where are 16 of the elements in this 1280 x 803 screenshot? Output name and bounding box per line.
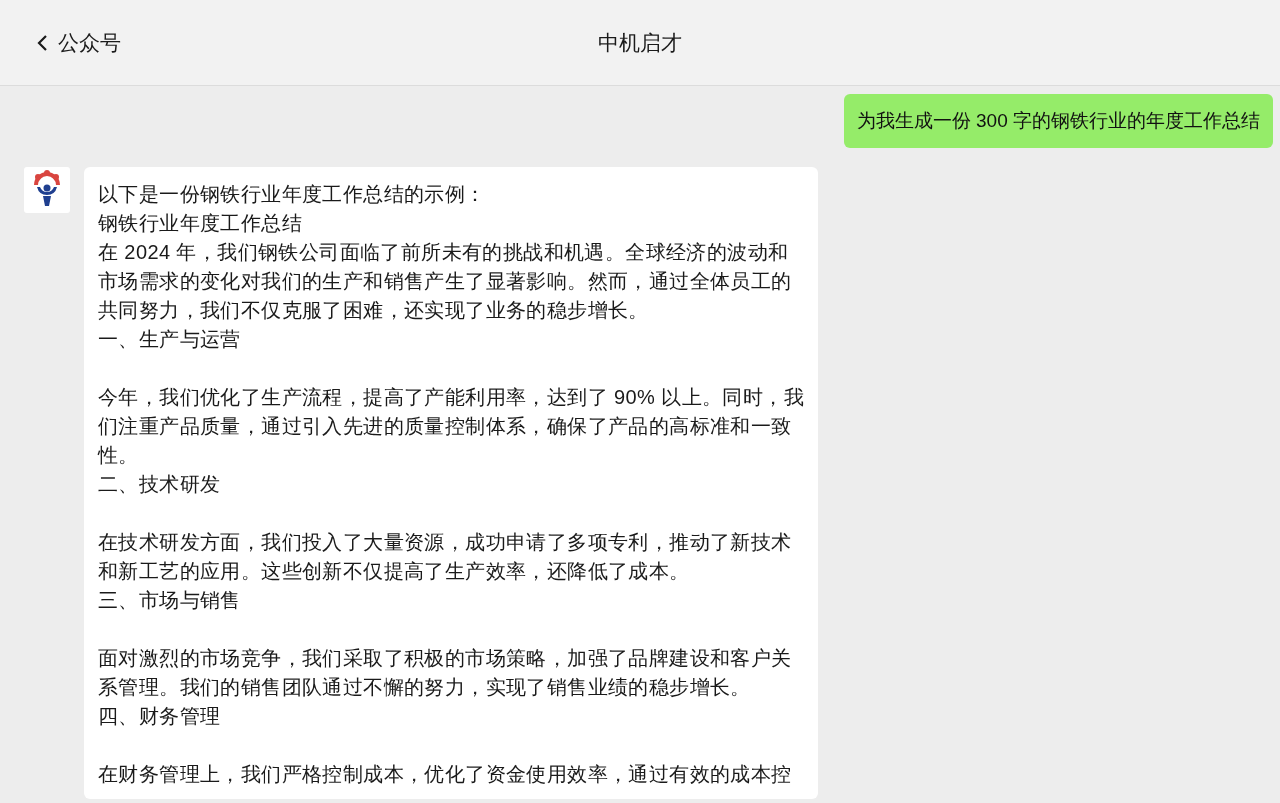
message-paragraph: 在 2024 年，我们钢铁公司面临了前所未有的挑战和机遇。全球经济的波动和市场需求的变化对我们的生产和销售产生了显著影响。然而，通过全体员工的共同努力，我们不仅克服了困难，还实现了业务的稳步增长。 — [98, 240, 793, 323]
message-paragraph: 钢铁行业年度工作总结 — [98, 211, 303, 236]
message-paragraph: 以下是一份钢铁行业年度工作总结的示例： — [98, 182, 487, 207]
message-paragraph: 在技术研发方面，我们投入了大量资源，成功申请了多项专利，推动了新技术和新工艺的应用。这些创新不仅提高了生产效率，还降低了成本。 — [98, 530, 793, 584]
back-button[interactable]: 公众号 — [36, 26, 121, 59]
message-paragraph: 今年，我们优化了生产流程，提高了产能利用率，达到了 90% 以上。同时，我们注重产品质量，通过引入先进的质量控制体系，确保了产品的高标准和一致性。 — [98, 385, 804, 468]
section-heading: 一、生产与运营 — [98, 327, 242, 352]
section-heading: 三、市场与销售 — [98, 588, 242, 613]
sent-message-bubble: 为我生成一份 300 字的钢铁行业的年度工作总结 — [843, 94, 1273, 148]
section-heading: 二、技术研发 — [98, 472, 222, 497]
message-paragraph: 面对激烈的市场竞争，我们采取了积极的市场策略，加强了品牌建设和客户关系管理。我们的销售团队通过不懈的努力，实现了销售业绩的稳步增长。 — [98, 646, 793, 700]
chat-title: 中机启才 — [598, 30, 682, 54]
avatar-icon[interactable] — [24, 167, 70, 213]
message-paragraph: 在财务管理上，我们严格控制成本，优化了资金使用效率，通过有效的成本控 — [98, 762, 793, 787]
chevron-left-icon — [36, 32, 48, 53]
section-heading: 四、财务管理 — [98, 704, 222, 729]
